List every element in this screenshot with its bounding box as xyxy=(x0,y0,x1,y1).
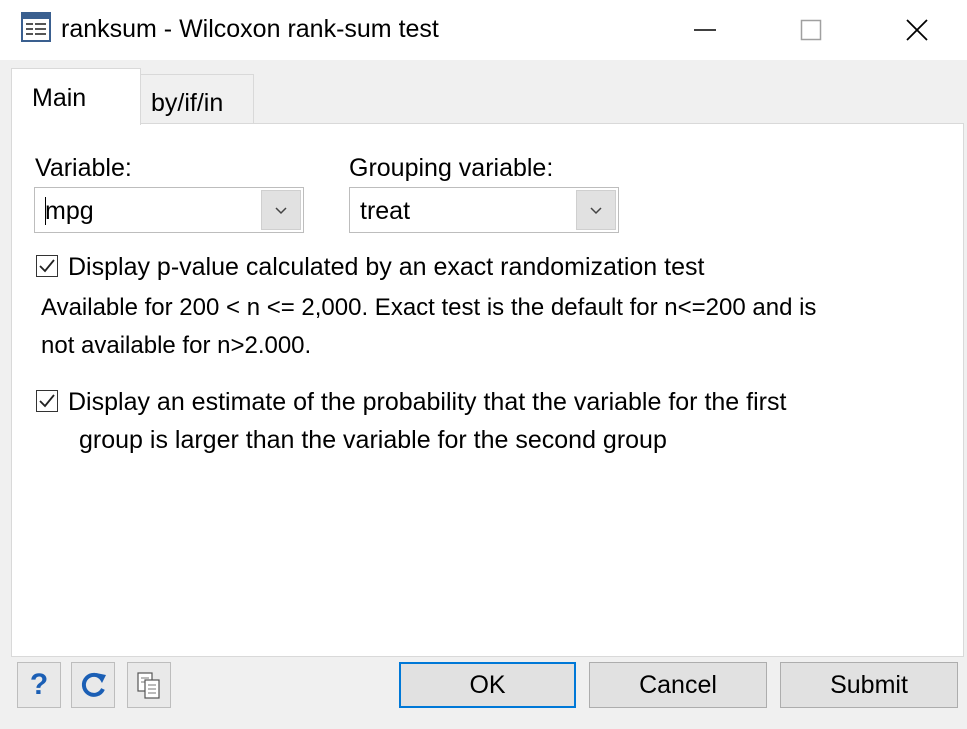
copy-command-icon xyxy=(137,672,160,699)
cancel-button[interactable]: Cancel xyxy=(589,662,767,708)
variable-combobox[interactable]: mpg xyxy=(34,187,304,233)
variable-value: mpg xyxy=(45,197,94,225)
grouping-variable-value: treat xyxy=(360,197,411,225)
grouping-variable-combobox[interactable]: treat xyxy=(349,187,619,233)
minimize-icon xyxy=(694,29,716,31)
close-icon xyxy=(906,19,928,41)
close-button[interactable] xyxy=(872,0,962,60)
minimize-button[interactable] xyxy=(660,0,750,60)
checkmark-icon xyxy=(39,259,55,273)
exact-test-note-line1: Available for 200 < n <= 2,000. Exact te… xyxy=(41,294,817,321)
porder-label-line1[interactable]: Display an estimate of the probability t… xyxy=(68,387,786,417)
tab-main-label: Main xyxy=(32,84,87,112)
grouping-dropdown-button[interactable] xyxy=(576,190,616,230)
maximize-button[interactable] xyxy=(766,0,856,60)
help-button[interactable]: ? xyxy=(17,662,61,708)
tab-by-if-in[interactable]: by/if/in xyxy=(139,74,254,123)
exact-test-label[interactable]: Display p-value calculated by an exact r… xyxy=(68,252,704,282)
ok-button[interactable]: OK xyxy=(399,662,576,708)
checkmark-icon xyxy=(39,394,55,408)
variable-label: Variable: xyxy=(35,154,132,182)
copy-command-button[interactable] xyxy=(127,662,171,708)
exact-test-checkbox[interactable] xyxy=(36,255,58,277)
reset-icon xyxy=(81,672,106,697)
tab-main[interactable]: Main xyxy=(11,68,141,125)
reset-button[interactable] xyxy=(71,662,115,708)
porder-checkbox[interactable] xyxy=(36,390,58,412)
maximize-icon xyxy=(800,19,822,41)
dialog-icon xyxy=(21,12,51,42)
variable-dropdown-button[interactable] xyxy=(261,190,301,230)
help-icon: ? xyxy=(29,668,49,701)
porder-label-line2[interactable]: group is larger than the variable for th… xyxy=(79,425,667,455)
title-bar: ranksum - Wilcoxon rank-sum test xyxy=(0,0,967,60)
window-title: ranksum - Wilcoxon rank-sum test xyxy=(61,15,439,43)
chevron-down-icon xyxy=(590,207,602,215)
submit-button[interactable]: Submit xyxy=(780,662,958,708)
chevron-down-icon xyxy=(275,207,287,215)
exact-test-note-line2: not available for n>2.000. xyxy=(41,332,312,359)
tab-by-if-in-label: by/if/in xyxy=(151,89,224,117)
grouping-variable-label: Grouping variable: xyxy=(349,154,554,182)
